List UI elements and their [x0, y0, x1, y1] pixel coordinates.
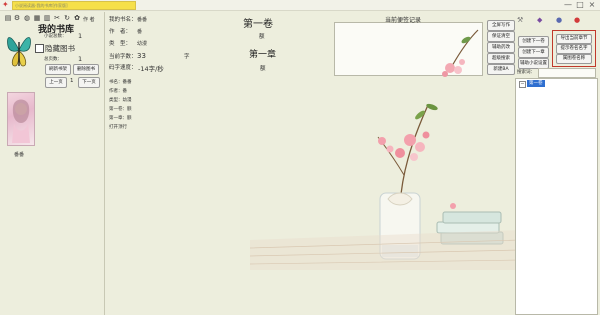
page-total-label: 总页数：: [44, 57, 62, 62]
volume-title: 第一卷: [243, 19, 273, 30]
volume-title-button[interactable]: 属图卷名称: [556, 54, 592, 64]
document-icon[interactable]: ▦: [33, 14, 41, 22]
page-number: 1: [70, 78, 74, 84]
panel-divider: [104, 12, 105, 315]
author-value: 番: [137, 29, 143, 35]
chapter-title: 第一章: [249, 50, 277, 60]
refresh-shelf-button[interactable]: 刷新书架: [45, 64, 71, 75]
skin-icon[interactable]: ◍: [23, 14, 31, 22]
user-icon[interactable]: ●: [556, 16, 564, 25]
notes-title: 当前便签记录: [385, 17, 422, 24]
assist-edit-button[interactable]: 辅助药改: [487, 42, 515, 53]
new-chapter-button[interactable]: 创建下一章: [518, 47, 549, 58]
book-count-label: 小说总数：: [44, 34, 67, 39]
typing-speed-value: -14字/秒: [138, 65, 164, 73]
clear-save-button[interactable]: 保证清空: [487, 31, 515, 42]
type-label: 类 型：: [109, 41, 132, 47]
outline-tree-panel[interactable]: [515, 78, 598, 315]
word-count-label: 当前字数：: [109, 54, 137, 60]
palette-icon[interactable]: ✿: [73, 14, 81, 22]
tree-item[interactable]: 第一卷：额: [109, 106, 132, 112]
prev-page-button[interactable]: 上一页: [45, 77, 67, 88]
hide-books-checkbox[interactable]: [35, 44, 44, 53]
tool-icon[interactable]: ⚒: [517, 16, 525, 25]
search-label: 搜索词：: [517, 70, 535, 75]
butterfly-logo-icon: [6, 30, 32, 70]
author-label: 作 者：: [109, 29, 132, 35]
book-cover[interactable]: [7, 92, 35, 146]
author-mode-label[interactable]: 作 者: [83, 16, 95, 23]
book-count-value: 1: [78, 32, 83, 40]
tool-icon[interactable]: ✂: [53, 14, 61, 22]
window-title: 小说阅读器-我的书库[作家版]: [12, 1, 136, 10]
settings-icon[interactable]: ⚙: [13, 14, 21, 22]
refresh-icon[interactable]: ↻: [63, 14, 71, 22]
bookshelf-icon[interactable]: ▤: [4, 14, 12, 22]
wood-floor-decoration: [249, 220, 521, 270]
new-volume-button[interactable]: 创建下一卷: [518, 36, 549, 47]
minimize-button[interactable]: —: [562, 0, 574, 9]
volume-name-button[interactable]: 提示卷名名字: [556, 44, 592, 54]
tree-item[interactable]: 第一章：额: [109, 115, 132, 121]
new-ba-button[interactable]: 新建BA: [487, 64, 515, 75]
layout-icon[interactable]: ▥: [43, 14, 51, 22]
tree-item[interactable]: 作者：番: [109, 88, 127, 94]
page-total-value: 1: [78, 55, 83, 63]
super-search-button[interactable]: 超级搜索: [487, 53, 515, 64]
tree-selected-item[interactable]: 第一卷: [527, 80, 545, 87]
book-name-value: 番番: [137, 17, 148, 23]
record-icon[interactable]: ●: [574, 16, 582, 25]
tree-item[interactable]: 类型：幼漫: [109, 97, 132, 103]
tree-item[interactable]: 书名：番番: [109, 79, 132, 85]
app-logo-icon: ✦: [2, 0, 9, 9]
hide-books-label: 隐藏图书: [45, 44, 75, 53]
volume-subtitle: 额: [259, 34, 265, 40]
fullscreen-write-button[interactable]: 全屏写作: [487, 20, 515, 31]
word-unit-label: 字: [184, 54, 190, 60]
expand-icon[interactable]: −: [519, 81, 526, 88]
tree-item[interactable]: 打开顶行: [109, 124, 127, 130]
search-input[interactable]: [538, 68, 596, 78]
type-value: 幼漫: [137, 41, 148, 47]
word-count-value: 33: [137, 52, 146, 60]
export-chapter-button[interactable]: 导出当前章节: [556, 34, 592, 44]
typing-speed-label: 码字速度：: [109, 65, 137, 71]
delete-book-button[interactable]: 删除图书: [73, 64, 99, 75]
book-title-label: 番番: [14, 152, 25, 158]
maximize-button[interactable]: □: [574, 0, 586, 9]
close-button[interactable]: ×: [586, 0, 598, 9]
theme-icon[interactable]: ◆: [537, 16, 545, 25]
next-page-button[interactable]: 下一页: [78, 77, 100, 88]
peach-blossom-decoration: [430, 26, 480, 80]
book-name-label: 我的书名：: [109, 17, 137, 23]
chapter-subtitle: 额: [260, 66, 266, 72]
